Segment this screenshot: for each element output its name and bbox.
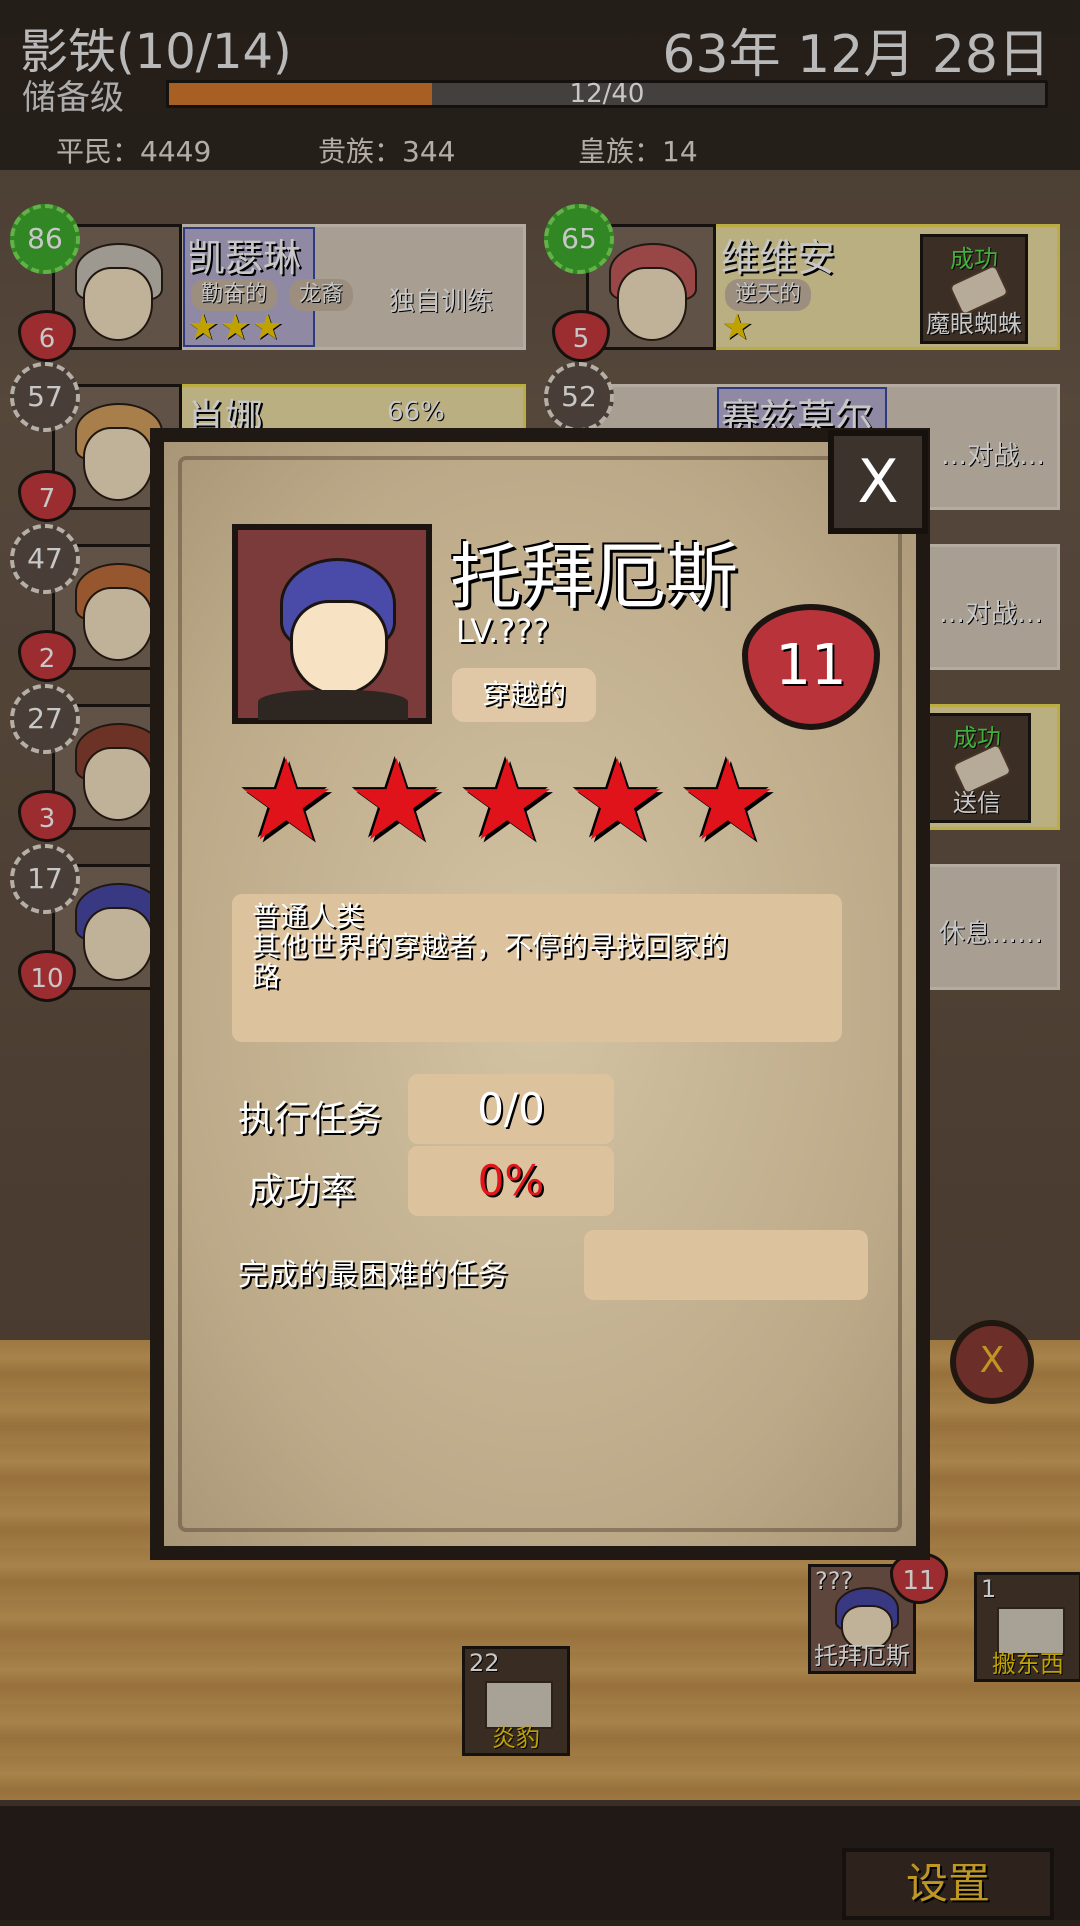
star-icon: ★ (456, 736, 558, 866)
star-icon: ★ (677, 736, 779, 866)
star-icon: ★ (567, 736, 668, 866)
hardest-quest-label: 完成的最困难的任务 (238, 1258, 508, 1293)
shoulders (258, 690, 408, 720)
description-line: 其他世界的穿越者，不停的寻找回家的 (252, 930, 729, 963)
face (290, 600, 388, 696)
close-button[interactable]: X (828, 430, 928, 534)
quests-value: 0/0 (408, 1074, 614, 1144)
star-icon: ★ (236, 736, 337, 866)
trait-tag: 穿越的 (452, 668, 596, 722)
star-icon: ★ (346, 736, 447, 866)
quests-label: 执行任务 (238, 1099, 383, 1140)
character-portrait (232, 524, 432, 724)
rating-stars: ★ ★ ★ ★ ★ (236, 736, 778, 866)
character-description: 普通人类 其他世界的穿越者，不停的寻找回家的 路 (232, 894, 842, 1042)
description-line: 路 (252, 960, 281, 993)
character-level: LV.??? (456, 612, 550, 650)
success-rate-value: 0% (408, 1146, 614, 1216)
success-rate-label: 成功率 (248, 1171, 357, 1212)
description-line: 普通人类 (252, 900, 365, 933)
hardest-quest-value (584, 1230, 868, 1300)
character-name: 托拜厄斯 (450, 535, 739, 619)
